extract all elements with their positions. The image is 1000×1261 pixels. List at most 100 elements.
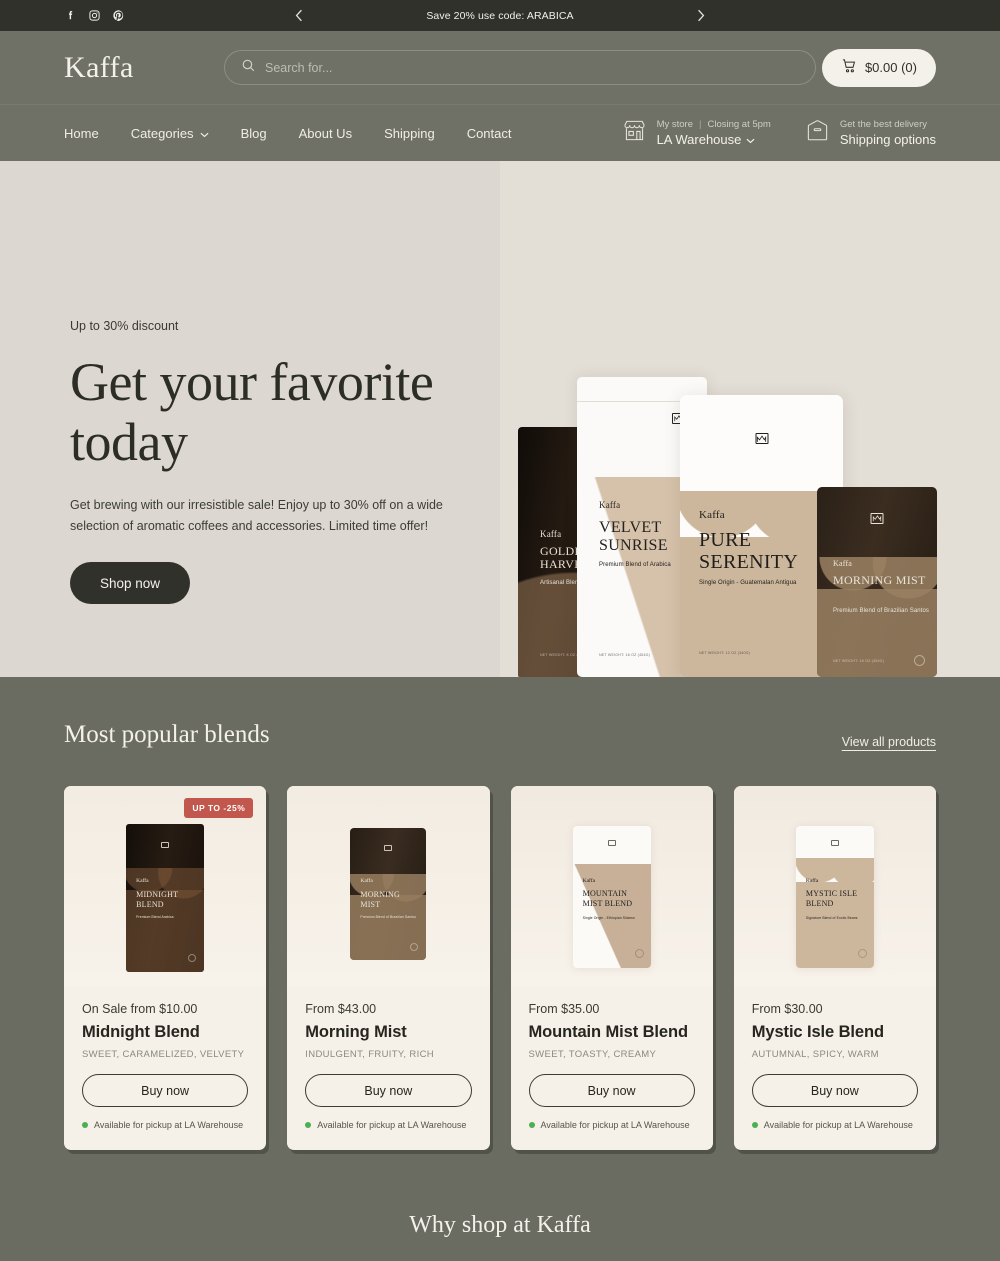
product-tasting-notes: INDULGENT, FRUITY, RICH [305,1049,434,1060]
hero-image: Kaffa GOLDEN HARVEST Artisanal Blend of … [500,161,1000,677]
product-availability: Available for pickup at LA Warehouse [528,1120,695,1130]
box-icon [805,118,830,148]
buy-now-button[interactable]: Buy now [82,1074,249,1107]
announcement-prev-button[interactable] [288,4,310,26]
search-input[interactable] [265,60,799,75]
nav-label: Shipping [384,125,435,141]
bag-logo-mark [384,845,393,851]
announcement-next-button[interactable] [690,4,712,26]
facebook-icon[interactable] [64,9,77,22]
product-availability: Available for pickup at LA Warehouse [751,1120,918,1130]
product-price: On Sale from $10.00 [82,1002,198,1016]
hero-subtitle: Get brewing with our irresistible sale! … [70,497,443,533]
social-links [0,9,125,22]
bag-brand: Kaffa [805,878,819,884]
store-sub-left: My store [656,119,694,130]
nav-item-categories[interactable]: Categories [131,126,209,141]
product-name: Midnight Blend [82,1023,200,1041]
hero-bag-logo-mark [870,513,884,524]
view-all-products-link[interactable]: View all products [842,735,936,749]
buy-now-button[interactable]: Buy now [751,1074,918,1107]
store-text: My store | Closing at 5pm LA Warehouse [657,119,771,147]
instagram-icon[interactable] [88,9,101,22]
store-name-row: LA Warehouse [657,132,771,147]
hero-section: Up to 30% discount Get your favorite tod… [0,161,1000,677]
bag-name: MORNING MIST [360,890,400,909]
product-card[interactable]: Kaffa MYSTIC ISLE BLEND Signature Blend … [733,786,936,1150]
announcement-text: Save 20% use code: ARABICA [426,9,574,22]
search-icon [241,58,256,78]
hero-bag-desc: Premium Blend of Brazilian Santos [833,608,930,614]
product-bag-graphic: Kaffa MIDNIGHT BLEND Premium Blend Arabi… [126,824,205,972]
product-availability: Available for pickup at LA Warehouse [82,1120,248,1130]
product-tasting-notes: SWEET, TOASTY, CREAMY [528,1049,657,1060]
announcement-bar: Save 20% use code: ARABICA [0,0,1000,31]
hero-bag-brand: Kaffa [540,529,562,539]
sale-badge: UP TO -25% [184,798,254,818]
shipping-subtitle: Get the best delivery [839,119,927,130]
product-card[interactable]: Kaffa MORNING MIST Premium Blend of Braz… [287,786,490,1150]
search-bar[interactable] [224,50,816,85]
bag-logo-mark [607,840,616,846]
announcement-carousel: Save 20% use code: ARABICA [0,0,1000,31]
nav-label: Blog [240,125,267,141]
cart-icon [841,58,857,77]
product-card[interactable]: UP TO -25% Kaffa MIDNIGHT BLEND Premium … [64,786,267,1150]
product-price: From $43.00 [305,1002,377,1016]
chevron-down-icon [746,132,755,147]
hero-bag-name: MORNING MIST [833,573,926,587]
availability-text: Available for pickup at LA Warehouse [540,1120,690,1130]
hero-bag-morning-mist: Kaffa MORNING MIST Premium Blend of Braz… [817,487,937,677]
hero-bag-logo-mark [755,433,768,444]
hero-content: Up to 30% discount Get your favorite tod… [0,161,500,677]
bag-name: MIDNIGHT BLEND [136,890,179,909]
product-tasting-notes: AUTUMNAL, SPICY, WARM [751,1049,879,1060]
product-card[interactable]: Kaffa MOUNTAIN MIST BLEND Single Origin … [510,786,713,1150]
site-header: Kaffa $0.00 (0) [0,31,1000,161]
hero-bag-net-weight: NET WEIGHT: 12 OZ (340G) [699,651,751,655]
hero-bag-net-weight: NET WEIGHT: 16 OZ (454G) [833,659,885,663]
hero-bag-brand: Kaffa [699,509,725,521]
chevron-down-icon [200,126,209,141]
storefront-icon [622,118,647,148]
site-logo[interactable]: Kaffa [64,52,224,83]
cart-button[interactable]: $0.00 (0) [821,48,936,87]
product-availability: Available for pickup at LA Warehouse [305,1120,471,1130]
header-main-row: Kaffa $0.00 (0) [0,31,1000,104]
nav-item-about-us[interactable]: About Us [299,126,352,141]
nav-item-contact[interactable]: Contact [467,126,512,141]
nav-item-home[interactable]: Home [64,126,99,141]
product-tasting-notes: SWEET, CARAMELIZED, VELVETY [82,1049,245,1060]
store-subtitle: My store | Closing at 5pm [657,119,771,130]
bag-logo-mark [161,842,170,848]
nav-label: About Us [298,125,353,141]
shipping-options[interactable]: Get the best delivery Shipping options [805,118,936,148]
product-name: Mountain Mist Blend [528,1023,689,1041]
nav-label: Categories [130,125,194,141]
nav-item-blog[interactable]: Blog [241,126,267,141]
product-details: On Sale from $10.00 Midnight Blend SWEET… [64,986,266,1150]
hero-title: Get your favorite today [70,352,434,473]
bag-name: MOUNTAIN MIST BLEND [582,889,633,908]
product-details: From $43.00 Morning Mist INDULGENT, FRUI… [287,986,489,1150]
availability-dot-icon [305,1122,312,1128]
recycle-icon [914,655,925,666]
store-selector[interactable]: My store | Closing at 5pm LA Warehouse [622,118,771,148]
bag-brand: Kaffa [360,878,373,884]
availability-text: Available for pickup at LA Warehouse [94,1120,244,1130]
store-divider: | [699,119,702,130]
hero-bag-group: Kaffa GOLDEN HARVEST Artisanal Blend of … [500,161,1000,677]
pinterest-icon[interactable] [112,9,125,22]
buy-now-button[interactable]: Buy now [528,1074,695,1107]
product-grid: UP TO -25% Kaffa MIDNIGHT BLEND Premium … [64,786,936,1150]
buy-now-button[interactable]: Buy now [305,1074,472,1107]
why-shop-title: Why shop at Kaffa [409,1212,591,1238]
hero-bag-brand: Kaffa [599,500,621,510]
bag-brand: Kaffa [136,878,149,884]
product-price: From $30.00 [751,1002,823,1016]
nav-item-shipping[interactable]: Shipping [384,126,435,141]
shop-now-button[interactable]: Shop now [70,562,191,605]
nav-label: Home [64,125,99,141]
nav-label: Contact [466,125,512,141]
store-hours: Closing at 5pm [707,119,771,130]
